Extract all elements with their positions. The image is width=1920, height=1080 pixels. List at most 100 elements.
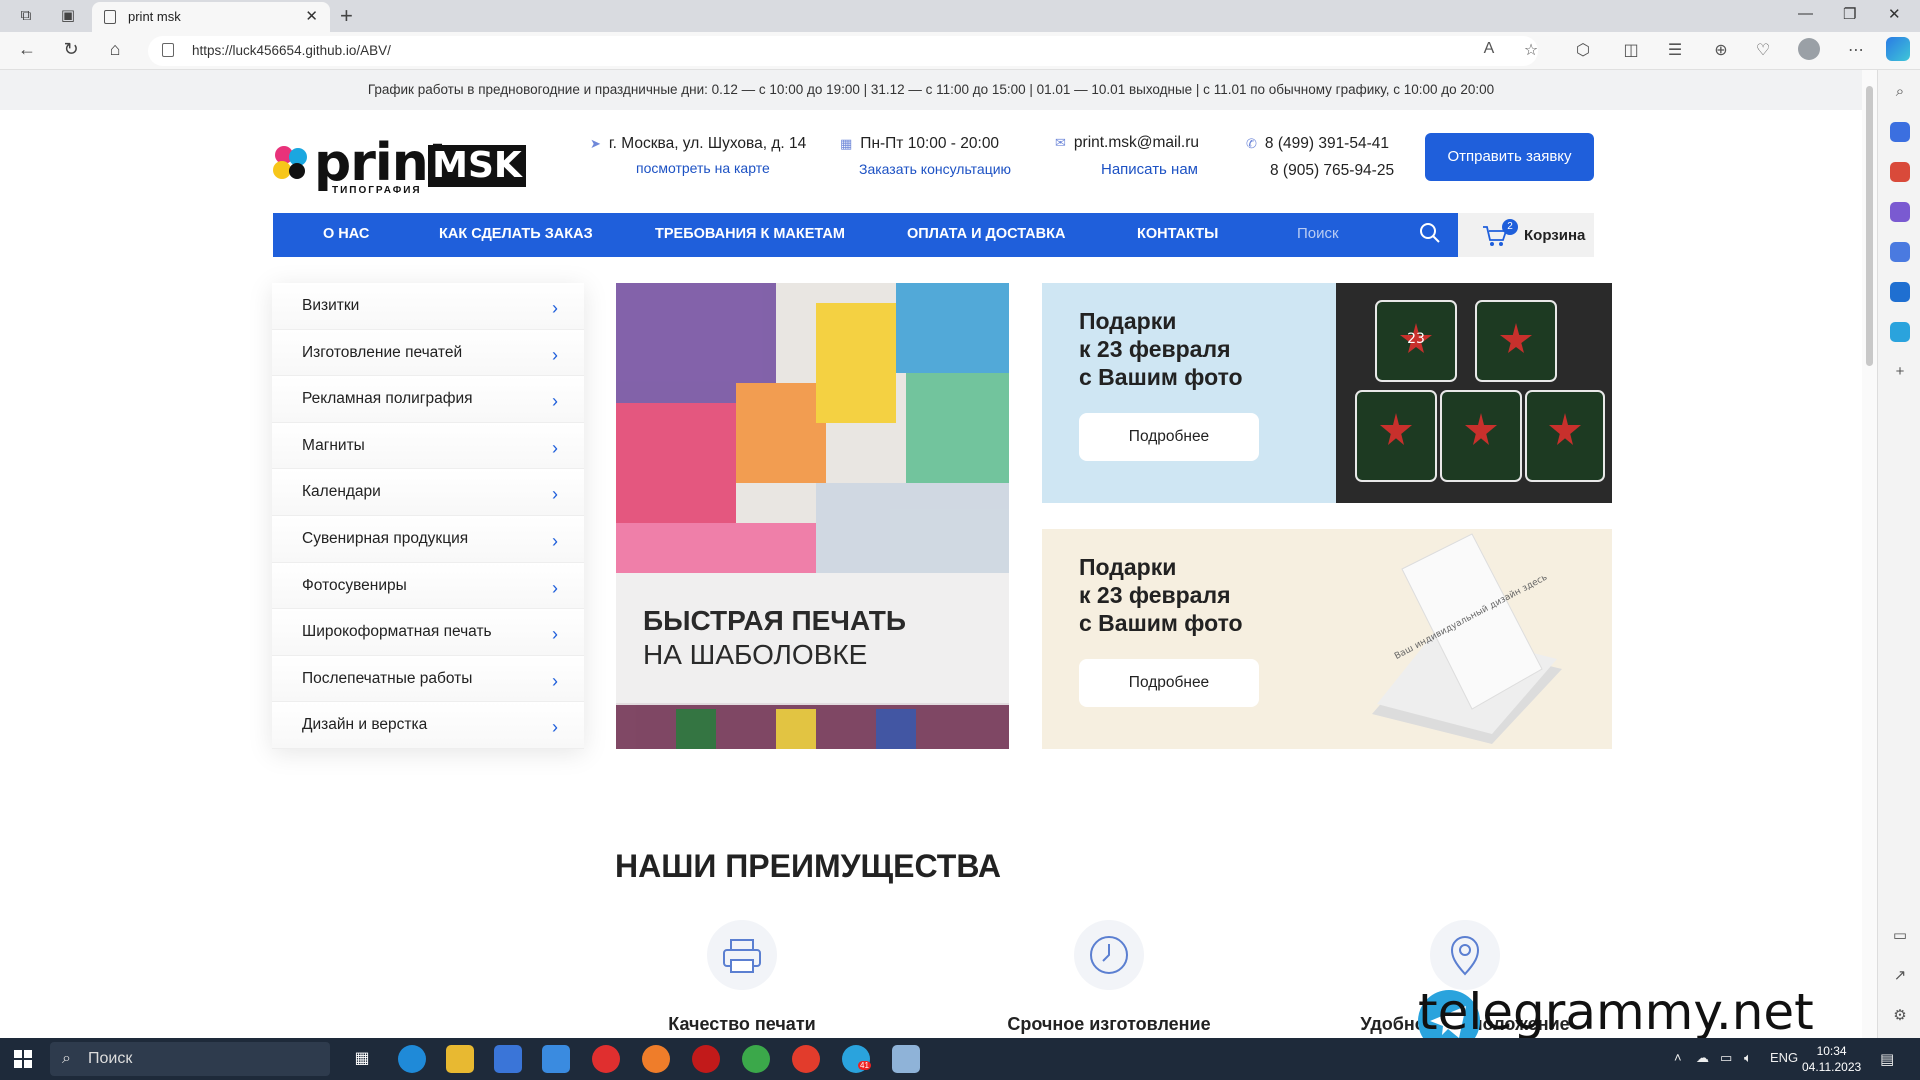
window-close-icon[interactable]: ✕ xyxy=(1888,5,1901,23)
chevron-right-icon: › xyxy=(552,344,558,365)
browser-tab-bar: ⧉ ▣ print msk ✕ + — ❐ ✕ xyxy=(0,0,1920,32)
hero-banner[interactable]: БЫСТРАЯ ПЕЧАТЬ НА ШАБОЛОВКЕ xyxy=(616,283,1009,749)
category-item[interactable]: Рекламная полиграфия › xyxy=(272,376,584,423)
search-icon[interactable] xyxy=(1417,220,1443,246)
performance-icon[interactable]: ♡ xyxy=(1752,40,1774,60)
write-us-link[interactable]: Написать нам xyxy=(1101,161,1198,178)
sidebar-send-icon[interactable] xyxy=(1890,322,1910,342)
phone-2-text[interactable]: 8 (905) 765-94-25 xyxy=(1270,162,1394,180)
sidebar-m365-icon[interactable] xyxy=(1890,242,1910,262)
nav-contacts[interactable]: КОНТАКТЫ xyxy=(1137,226,1218,242)
promo-1-text: Подарки к 23 февраля с Вашим фото xyxy=(1079,307,1243,391)
workspaces-icon[interactable]: ⧉ xyxy=(16,6,36,26)
category-item[interactable]: Послепечатные работы › xyxy=(272,655,584,703)
tab-actions-icon[interactable]: ▣ xyxy=(58,6,78,26)
sidebar-add-icon[interactable]: + xyxy=(1890,362,1910,382)
favorite-star-icon[interactable]: ☆ xyxy=(1520,40,1542,60)
site-logo[interactable]: print MSK ТИПОГРАФИЯ xyxy=(270,135,530,196)
split-screen-icon[interactable]: ◫ xyxy=(1620,40,1642,60)
telegram-app-icon[interactable]: 41 xyxy=(842,1045,871,1073)
sidebar-external-icon[interactable]: ↗ xyxy=(1890,966,1910,986)
send-request-button[interactable]: Отправить заявку xyxy=(1425,133,1594,181)
promo-1-line-1: Подарки xyxy=(1079,308,1177,334)
store-app-icon[interactable] xyxy=(494,1045,522,1073)
location-pin-icon xyxy=(1430,920,1500,990)
sidebar-search-icon[interactable]: ⌕ xyxy=(1890,82,1910,102)
sidebar-settings-icon[interactable]: ⚙ xyxy=(1890,1006,1910,1026)
mail-app-icon[interactable] xyxy=(542,1045,570,1073)
sidebar-shopping-icon[interactable] xyxy=(1890,122,1910,142)
home-icon[interactable]: ⌂ xyxy=(102,39,128,60)
read-aloud-icon[interactable]: A xyxy=(1478,40,1500,58)
cart-count-badge: 2 xyxy=(1502,219,1518,235)
category-item[interactable]: Сувенирная продукция › xyxy=(272,515,584,563)
sidebar-tools-icon[interactable] xyxy=(1890,162,1910,182)
language-indicator[interactable]: ENG xyxy=(1770,1050,1798,1065)
firefox-app-icon[interactable] xyxy=(642,1045,670,1073)
copilot-icon[interactable] xyxy=(1886,37,1910,66)
nav-how-to-order[interactable]: КАК СДЕЛАТЬ ЗАКАЗ xyxy=(439,226,593,242)
category-item[interactable]: Изготовление печатей › xyxy=(272,329,584,377)
sidebar-outlook-icon[interactable] xyxy=(1890,282,1910,302)
windows-start-icon[interactable] xyxy=(14,1050,32,1068)
category-item[interactable]: Фотосувениры › xyxy=(272,562,584,610)
category-item[interactable]: Дизайн и верстка › xyxy=(272,702,584,749)
consultation-link[interactable]: Заказать консультацию xyxy=(859,161,1011,177)
utorrent-app-icon[interactable] xyxy=(742,1045,770,1073)
notifications-icon[interactable]: ▤ xyxy=(1880,1050,1894,1068)
category-item[interactable]: Магниты › xyxy=(272,422,584,470)
page-scrollbar[interactable] xyxy=(1862,70,1877,1038)
category-item[interactable]: Визитки › xyxy=(272,283,584,330)
minimize-icon[interactable]: — xyxy=(1798,5,1813,22)
yandex-app-icon[interactable] xyxy=(592,1045,620,1073)
task-view-icon[interactable]: ▦ xyxy=(348,1045,376,1073)
promo-2-more-button[interactable]: Подробнее xyxy=(1079,659,1259,707)
collections-icon[interactable]: ⊕ xyxy=(1710,40,1732,60)
mail-icon: ✉ xyxy=(1055,135,1066,150)
phone-1-text[interactable]: 8 (499) 391-54-41 xyxy=(1265,135,1389,152)
profile-avatar-icon[interactable] xyxy=(1798,38,1820,65)
yandex-browser-icon[interactable] xyxy=(792,1045,820,1073)
extensions-icon[interactable]: ⬡ xyxy=(1572,40,1594,60)
phone-icon: ✆ xyxy=(1246,136,1257,151)
file-explorer-icon[interactable] xyxy=(446,1045,474,1073)
promo-1-more-button[interactable]: Подробнее xyxy=(1079,413,1259,461)
opera-app-icon[interactable] xyxy=(692,1045,720,1073)
tray-chevron-icon[interactable]: ˄ xyxy=(1674,1050,1682,1065)
taskbar-search-input[interactable]: ⌕ Поиск xyxy=(50,1042,330,1076)
chevron-right-icon: › xyxy=(552,670,558,691)
edge-app-icon[interactable] xyxy=(398,1045,426,1073)
sidebar-games-icon[interactable] xyxy=(1890,202,1910,222)
cart-button[interactable]: 2 Корзина xyxy=(1458,213,1594,257)
refresh-icon[interactable]: ↻ xyxy=(58,39,84,60)
network-icon[interactable]: ▭ xyxy=(1720,1050,1732,1066)
category-item[interactable]: Широкоформатная печать › xyxy=(272,609,584,656)
scrollbar-thumb[interactable] xyxy=(1866,86,1873,366)
new-tab-icon[interactable]: + xyxy=(340,3,353,29)
back-icon[interactable]: ← xyxy=(14,39,40,60)
onedrive-icon[interactable]: ☁ xyxy=(1696,1050,1709,1066)
printer-icon xyxy=(707,920,777,990)
close-tab-icon[interactable]: ✕ xyxy=(305,7,318,25)
paint-app-icon[interactable] xyxy=(892,1045,920,1073)
nav-payment-delivery[interactable]: ОПЛАТА И ДОСТАВКА xyxy=(907,226,1065,242)
restore-icon[interactable]: ❐ xyxy=(1843,5,1856,23)
more-menu-icon[interactable]: ⋯ xyxy=(1845,40,1867,60)
search-input[interactable]: Поиск xyxy=(1297,225,1339,242)
nav-about[interactable]: О НАС xyxy=(323,226,369,242)
volume-icon[interactable]: 🔈︎ xyxy=(1744,1050,1752,1066)
hours-text: Пн-Пт 10:00 - 20:00 xyxy=(860,135,1000,152)
view-map-link[interactable]: посмотреть на карте xyxy=(636,160,770,176)
browser-tab[interactable]: print msk ✕ xyxy=(92,2,330,32)
email-text[interactable]: print.msk@mail.ru xyxy=(1074,134,1199,151)
category-item[interactable]: Календари › xyxy=(272,469,584,516)
system-clock[interactable]: 10:34 04.11.2023 xyxy=(1802,1043,1861,1075)
nav-layout-requirements[interactable]: ТРЕБОВАНИЯ К МАКЕТАМ xyxy=(655,226,845,242)
watermark-text: telegrammy.net xyxy=(1418,983,1814,1038)
address-bar[interactable]: https://luck456654.github.io/ABV/ xyxy=(148,36,1538,66)
sidebar-panel-icon[interactable]: ▭ xyxy=(1890,926,1910,946)
favorites-icon[interactable]: ☰ xyxy=(1664,40,1686,60)
promo-banner-mugs[interactable]: Подарки к 23 февраля с Вашим фото Подроб… xyxy=(1042,283,1612,503)
promo-banner-cards[interactable]: Подарки к 23 февраля с Вашим фото Подроб… xyxy=(1042,529,1612,749)
advantages-title: НАШИ ПРЕИМУЩЕСТВА xyxy=(615,848,1001,884)
